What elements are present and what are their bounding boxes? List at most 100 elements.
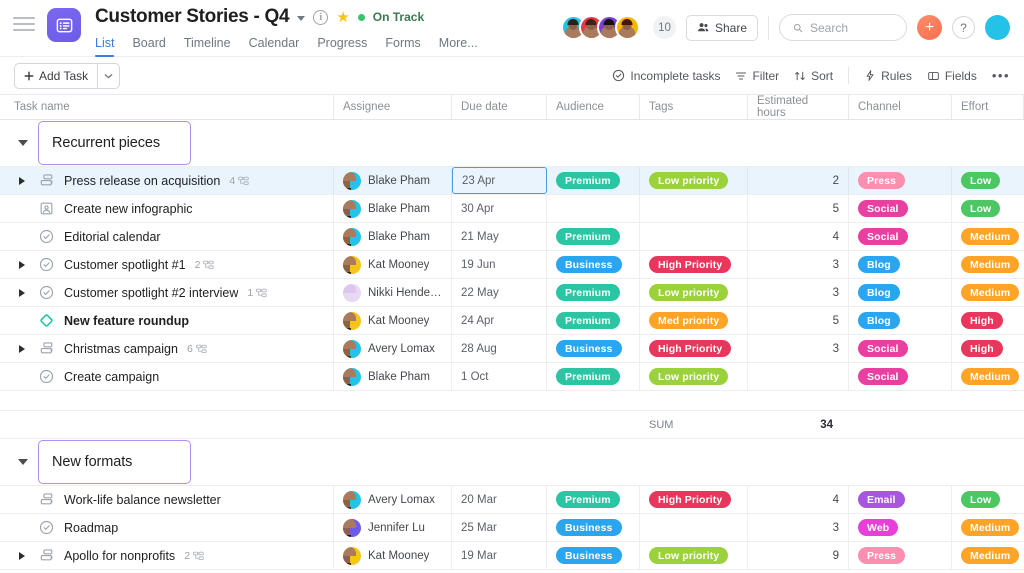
- cell-channel[interactable]: Press: [849, 167, 952, 194]
- cell-tags[interactable]: [640, 223, 748, 250]
- column-header-effort[interactable]: Effort: [952, 95, 1024, 119]
- cell-assignee[interactable]: Blake Pham: [334, 195, 452, 222]
- cell-tags[interactable]: Low priority: [640, 167, 748, 194]
- cell-due-date[interactable]: 19 Mar: [452, 542, 547, 569]
- cell-effort[interactable]: Low: [952, 195, 1024, 222]
- cell-channel[interactable]: Press: [849, 542, 952, 569]
- cell-estimated-hours[interactable]: 5: [748, 307, 849, 334]
- avatar[interactable]: [343, 339, 361, 358]
- column-header-channel[interactable]: Channel: [849, 95, 952, 119]
- audience-pill[interactable]: Premium: [556, 491, 620, 508]
- cell-effort[interactable]: Medium: [952, 279, 1024, 306]
- row-expand-icon[interactable]: [14, 288, 30, 297]
- cell-assignee[interactable]: Avery Lomax: [334, 335, 452, 362]
- cell-audience[interactable]: Business: [547, 251, 640, 278]
- cell-estimated-hours[interactable]: 9: [748, 542, 849, 569]
- create-button[interactable]: +: [917, 15, 942, 40]
- audience-pill[interactable]: Business: [556, 256, 622, 273]
- column-header-due-date[interactable]: Due date: [452, 95, 547, 119]
- effort-pill[interactable]: Medium: [961, 228, 1020, 245]
- table-row[interactable]: Create campaign Blake Pham 1 Oct Premium Low…: [0, 363, 1024, 391]
- chevron-down-icon[interactable]: [297, 15, 306, 21]
- avatar[interactable]: [343, 311, 361, 330]
- cell-effort[interactable]: Medium: [952, 251, 1024, 278]
- cell-audience[interactable]: Business: [547, 335, 640, 362]
- cell-estimated-hours[interactable]: 2: [748, 167, 849, 194]
- group-collapse-icon[interactable]: [18, 459, 28, 465]
- add-task-button[interactable]: Add Task: [14, 62, 121, 89]
- row-expand-icon[interactable]: [14, 551, 30, 560]
- cell-channel[interactable]: Social: [849, 223, 952, 250]
- cell-channel[interactable]: Blog: [849, 251, 952, 278]
- cell-estimated-hours[interactable]: 4: [748, 223, 849, 250]
- sort-button[interactable]: Sort: [794, 69, 833, 83]
- cell-channel[interactable]: Blog: [849, 279, 952, 306]
- effort-pill[interactable]: High: [961, 340, 1003, 357]
- cell-assignee[interactable]: Avery Lomax: [334, 486, 452, 513]
- channel-pill[interactable]: Blog: [858, 256, 900, 273]
- cell-effort[interactable]: Medium: [952, 514, 1024, 541]
- channel-pill[interactable]: Social: [858, 368, 908, 385]
- share-button[interactable]: Share: [685, 14, 758, 41]
- cell-tags[interactable]: Med priority: [640, 307, 748, 334]
- cell-task-name[interactable]: Customer spotlight #2 interview 1: [0, 279, 334, 306]
- status-badge[interactable]: On Track: [373, 10, 424, 24]
- tab-more[interactable]: More...: [439, 36, 478, 57]
- cell-tags[interactable]: High Priority: [640, 335, 748, 362]
- cell-tags[interactable]: Low priority: [640, 542, 748, 569]
- member-overflow-count[interactable]: 10: [652, 16, 676, 39]
- cell-tags[interactable]: [640, 195, 748, 222]
- table-row[interactable]: Create new infographic Blake Pham 30 Apr 5 S…: [0, 195, 1024, 223]
- table-row[interactable]: Press release on acquisition 4 Blake Pham 2…: [0, 167, 1024, 195]
- audience-pill[interactable]: Business: [556, 340, 622, 357]
- table-row[interactable]: Roadmap Jennifer Lu 25 Mar Business 3 Web Medi…: [0, 514, 1024, 542]
- cell-due-date[interactable]: 1 Oct: [452, 363, 547, 390]
- channel-pill[interactable]: Social: [858, 340, 908, 357]
- channel-pill[interactable]: Email: [858, 491, 905, 508]
- effort-pill[interactable]: Medium: [961, 519, 1020, 536]
- cell-tags[interactable]: Low priority: [640, 279, 748, 306]
- fields-button[interactable]: Fields: [927, 69, 977, 83]
- more-options-button[interactable]: •••: [992, 68, 1010, 83]
- group-name-box[interactable]: New formats: [38, 440, 191, 484]
- cell-audience[interactable]: Premium: [547, 223, 640, 250]
- rules-button[interactable]: Rules: [864, 69, 912, 83]
- avatar[interactable]: [343, 283, 361, 302]
- tag-pill[interactable]: Med priority: [649, 312, 729, 329]
- cell-task-name[interactable]: Roadmap: [0, 514, 334, 541]
- cell-estimated-hours[interactable]: 3: [748, 514, 849, 541]
- cell-task-name[interactable]: Press release on acquisition 4: [0, 167, 334, 194]
- channel-pill[interactable]: Blog: [858, 284, 900, 301]
- cell-due-date[interactable]: 21 May: [452, 223, 547, 250]
- cell-channel[interactable]: Blog: [849, 307, 952, 334]
- cell-assignee[interactable]: Kat Mooney: [334, 542, 452, 569]
- audience-pill[interactable]: Business: [556, 547, 622, 564]
- effort-pill[interactable]: Low: [961, 200, 1001, 217]
- cell-channel[interactable]: Social: [849, 195, 952, 222]
- tab-progress[interactable]: Progress: [317, 36, 367, 57]
- row-expand-icon[interactable]: [14, 344, 30, 353]
- search-field[interactable]: [809, 20, 893, 35]
- table-row[interactable]: Apollo for nonprofits 2 Kat Mooney 19 Mar Bu…: [0, 542, 1024, 570]
- cell-effort[interactable]: High: [952, 335, 1024, 362]
- effort-pill[interactable]: Low: [961, 172, 1001, 189]
- tab-calendar[interactable]: Calendar: [249, 36, 300, 57]
- tab-board[interactable]: Board: [132, 36, 165, 57]
- cell-assignee[interactable]: Kat Mooney: [334, 307, 452, 334]
- effort-pill[interactable]: Medium: [961, 368, 1020, 385]
- avatar[interactable]: [343, 518, 361, 537]
- row-expand-icon[interactable]: [14, 260, 30, 269]
- table-row[interactable]: New feature roundup Kat Mooney 24 Apr Premi…: [0, 307, 1024, 335]
- cell-assignee[interactable]: Blake Pham: [334, 167, 452, 194]
- cell-channel[interactable]: Social: [849, 335, 952, 362]
- cell-assignee[interactable]: Blake Pham: [334, 223, 452, 250]
- avatar[interactable]: [343, 171, 361, 190]
- channel-pill[interactable]: Blog: [858, 312, 900, 329]
- effort-pill[interactable]: Medium: [961, 284, 1020, 301]
- audience-pill[interactable]: Premium: [556, 172, 620, 189]
- cell-audience[interactable]: Premium: [547, 167, 640, 194]
- add-task-dropdown[interactable]: [98, 64, 119, 88]
- cell-task-name[interactable]: Customer spotlight #1 2: [0, 251, 334, 278]
- cell-audience[interactable]: [547, 195, 640, 222]
- info-icon[interactable]: i: [313, 9, 329, 25]
